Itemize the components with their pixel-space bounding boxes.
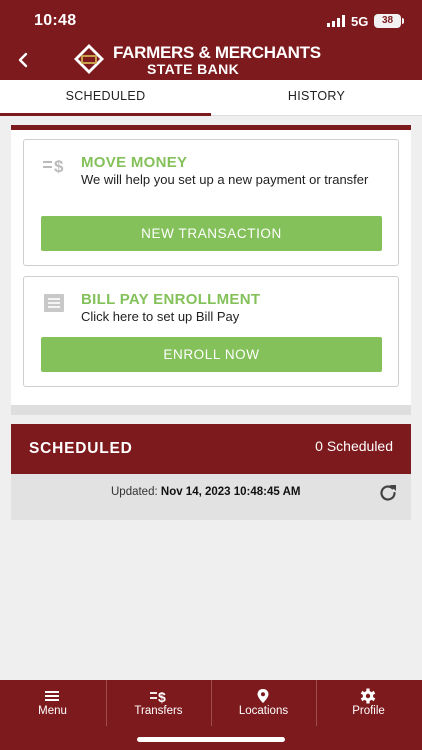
document-icon	[44, 294, 64, 312]
location-pin-icon	[257, 689, 269, 703]
bill-pay-card: BILL PAY ENROLLMENT Click here to set up…	[23, 276, 399, 387]
refresh-icon[interactable]	[377, 482, 399, 504]
scheduled-count: 0 Scheduled	[315, 438, 393, 454]
bill-pay-description: Click here to set up Bill Pay	[81, 309, 240, 324]
gear-icon	[360, 688, 376, 704]
network-type: 5G	[351, 14, 369, 29]
updated-timestamp: Nov 14, 2023 10:48:45 AM	[160, 486, 301, 498]
updated-text: Updated: Nov 14, 2023 10:48:45 AM	[111, 486, 300, 498]
new-transaction-button[interactable]: NEW TRANSACTION	[41, 216, 382, 251]
tabbar-profile-label: Profile	[352, 705, 385, 717]
tabbar-profile[interactable]: Profile	[316, 680, 421, 726]
status-time: 10:48	[34, 12, 77, 29]
back-chevron-icon[interactable]	[14, 48, 34, 72]
tabbar-transfers[interactable]: $ Transfers	[106, 680, 211, 726]
tabbar-menu[interactable]: Menu	[0, 680, 105, 726]
bill-pay-title: BILL PAY ENROLLMENT	[81, 291, 261, 308]
tab-scheduled[interactable]: SCHEDULED	[0, 80, 211, 116]
app-header: FARMERS & MERCHANTS STATE BANK	[0, 40, 422, 80]
tabbar-transfers-label: Transfers	[134, 705, 183, 717]
transfer-dollar-icon: $	[43, 157, 64, 176]
move-money-card: $ MOVE MONEY We will help you set up a n…	[23, 139, 399, 266]
svg-text:$: $	[54, 157, 64, 176]
tabbar-locations[interactable]: Locations	[211, 680, 316, 726]
bank-logo-icon	[74, 44, 104, 74]
tabbar-locations-label: Locations	[238, 705, 289, 717]
segment-tabs: SCHEDULED HISTORY	[0, 80, 422, 116]
tab-history[interactable]: HISTORY	[211, 80, 422, 116]
move-money-title: MOVE MONEY	[81, 154, 188, 171]
status-bar: 10:48 5G 38	[0, 0, 422, 40]
battery-tip	[402, 18, 404, 24]
battery-icon: 38	[374, 14, 401, 28]
updated-bar: Updated: Nov 14, 2023 10:48:45 AM	[11, 474, 411, 520]
updated-label: Updated:	[111, 486, 158, 498]
svg-text:$: $	[158, 689, 166, 704]
scheduled-heading: SCHEDULED	[29, 440, 133, 457]
brand-name-line2: STATE BANK	[147, 61, 240, 77]
tabbar-menu-label: Menu	[38, 705, 67, 717]
enroll-now-button[interactable]: ENROLL NOW	[41, 337, 382, 372]
home-indicator	[137, 737, 285, 742]
brand-name-line1: FARMERS & MERCHANTS	[113, 43, 321, 62]
panel-footer	[11, 405, 411, 415]
transfer-dollar-icon: $	[150, 689, 166, 704]
move-money-description: We will help you set up a new payment or…	[81, 172, 369, 187]
scheduled-header: SCHEDULED 0 Scheduled	[11, 424, 411, 474]
signal-icon	[327, 15, 345, 27]
hamburger-icon	[45, 691, 59, 701]
